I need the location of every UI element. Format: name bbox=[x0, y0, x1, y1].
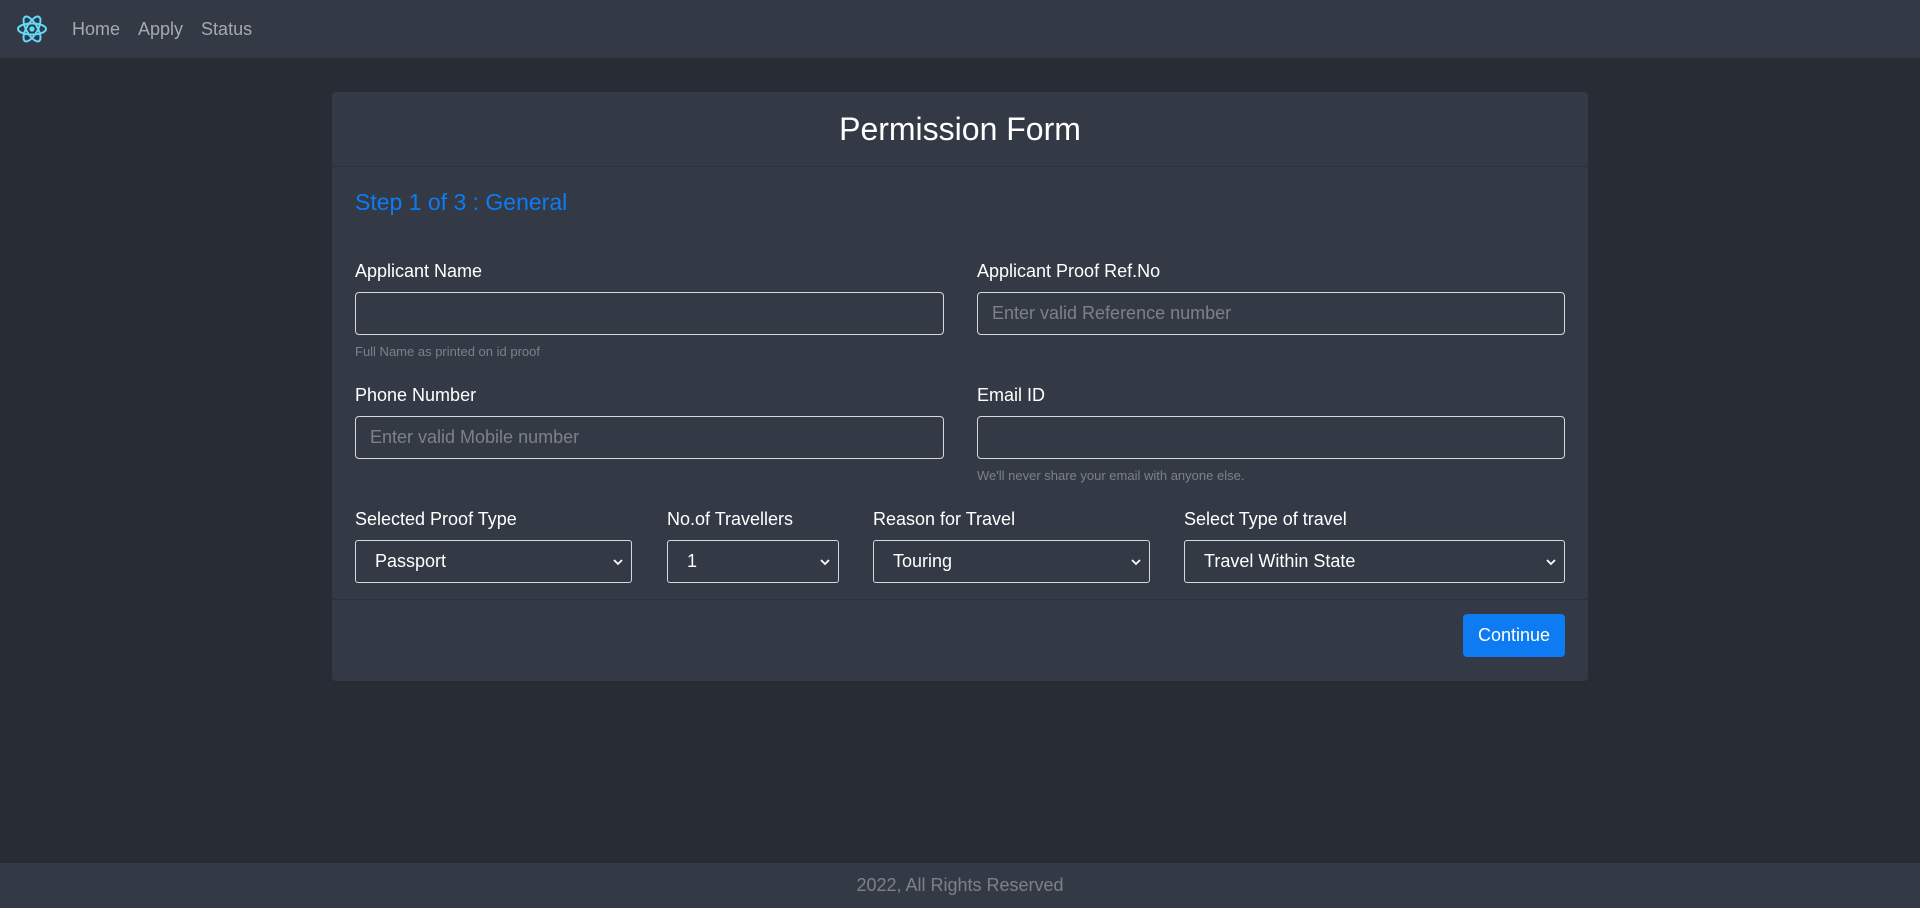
page-title: Permission Form bbox=[839, 110, 1081, 147]
proof-type-value: Passport bbox=[375, 551, 447, 571]
reason-label: Reason for Travel bbox=[873, 509, 1016, 529]
travellers-label: No.of Travellers bbox=[667, 509, 794, 529]
proof-type-label: Selected Proof Type bbox=[355, 509, 517, 529]
chevron-down-icon bbox=[611, 555, 625, 569]
travellers-group: No.of Travellers 1 bbox=[667, 508, 839, 583]
reason-group: Reason for Travel Touring bbox=[873, 508, 1150, 583]
travel-type-select[interactable]: Travel Within State bbox=[1184, 540, 1565, 583]
card-footer: Continue bbox=[332, 600, 1588, 680]
email-label: Email ID bbox=[977, 385, 1046, 405]
navbar: Home Apply Status bbox=[0, 0, 1920, 58]
applicant-name-group: Applicant Name Full Name as printed on i… bbox=[355, 260, 944, 359]
chevron-down-icon bbox=[1544, 555, 1558, 569]
travel-type-label: Select Type of travel bbox=[1184, 509, 1347, 529]
nav-link-apply[interactable]: Apply bbox=[138, 19, 183, 40]
applicant-name-label: Applicant Name bbox=[355, 261, 483, 281]
step-indicator: Step 1 of 3 : General bbox=[355, 189, 568, 215]
copyright-text: 2022, All Rights Reserved bbox=[856, 875, 1064, 895]
email-group: Email ID We'll never share your email wi… bbox=[977, 384, 1565, 483]
travellers-value: 1 bbox=[687, 551, 698, 571]
phone-label: Phone Number bbox=[355, 385, 477, 405]
page-footer: 2022, All Rights Reserved bbox=[0, 863, 1920, 908]
applicant-name-input[interactable] bbox=[355, 292, 944, 335]
permission-form-card: Permission Form Step 1 of 3 : General Ap… bbox=[332, 92, 1588, 681]
proof-type-group: Selected Proof Type Passport bbox=[355, 508, 632, 583]
travel-type-group: Select Type of travel Travel Within Stat… bbox=[1184, 508, 1565, 583]
reason-select[interactable]: Touring bbox=[873, 540, 1150, 583]
travellers-select[interactable]: 1 bbox=[667, 540, 839, 583]
react-logo-icon[interactable] bbox=[16, 13, 48, 45]
reason-value: Touring bbox=[893, 551, 953, 571]
proof-ref-input[interactable] bbox=[977, 292, 1565, 335]
nav-link-home[interactable]: Home bbox=[72, 19, 120, 40]
email-help: We'll never share your email with anyone… bbox=[977, 468, 1245, 483]
applicant-name-help: Full Name as printed on id proof bbox=[355, 344, 540, 359]
form-body: Step 1 of 3 : General Applicant Name Ful… bbox=[332, 167, 1588, 600]
continue-button[interactable]: Continue bbox=[1463, 614, 1565, 657]
nav-link-status[interactable]: Status bbox=[201, 19, 252, 40]
phone-input[interactable] bbox=[355, 416, 944, 459]
phone-group: Phone Number bbox=[355, 384, 944, 459]
card-header: Permission Form bbox=[332, 92, 1588, 167]
email-input[interactable] bbox=[977, 416, 1565, 459]
chevron-down-icon bbox=[1129, 555, 1143, 569]
proof-ref-label: Applicant Proof Ref.No bbox=[977, 261, 1161, 281]
chevron-down-icon bbox=[818, 555, 832, 569]
proof-ref-group: Applicant Proof Ref.No bbox=[977, 260, 1565, 335]
proof-type-select[interactable]: Passport bbox=[355, 540, 632, 583]
travel-type-value: Travel Within State bbox=[1204, 551, 1356, 571]
